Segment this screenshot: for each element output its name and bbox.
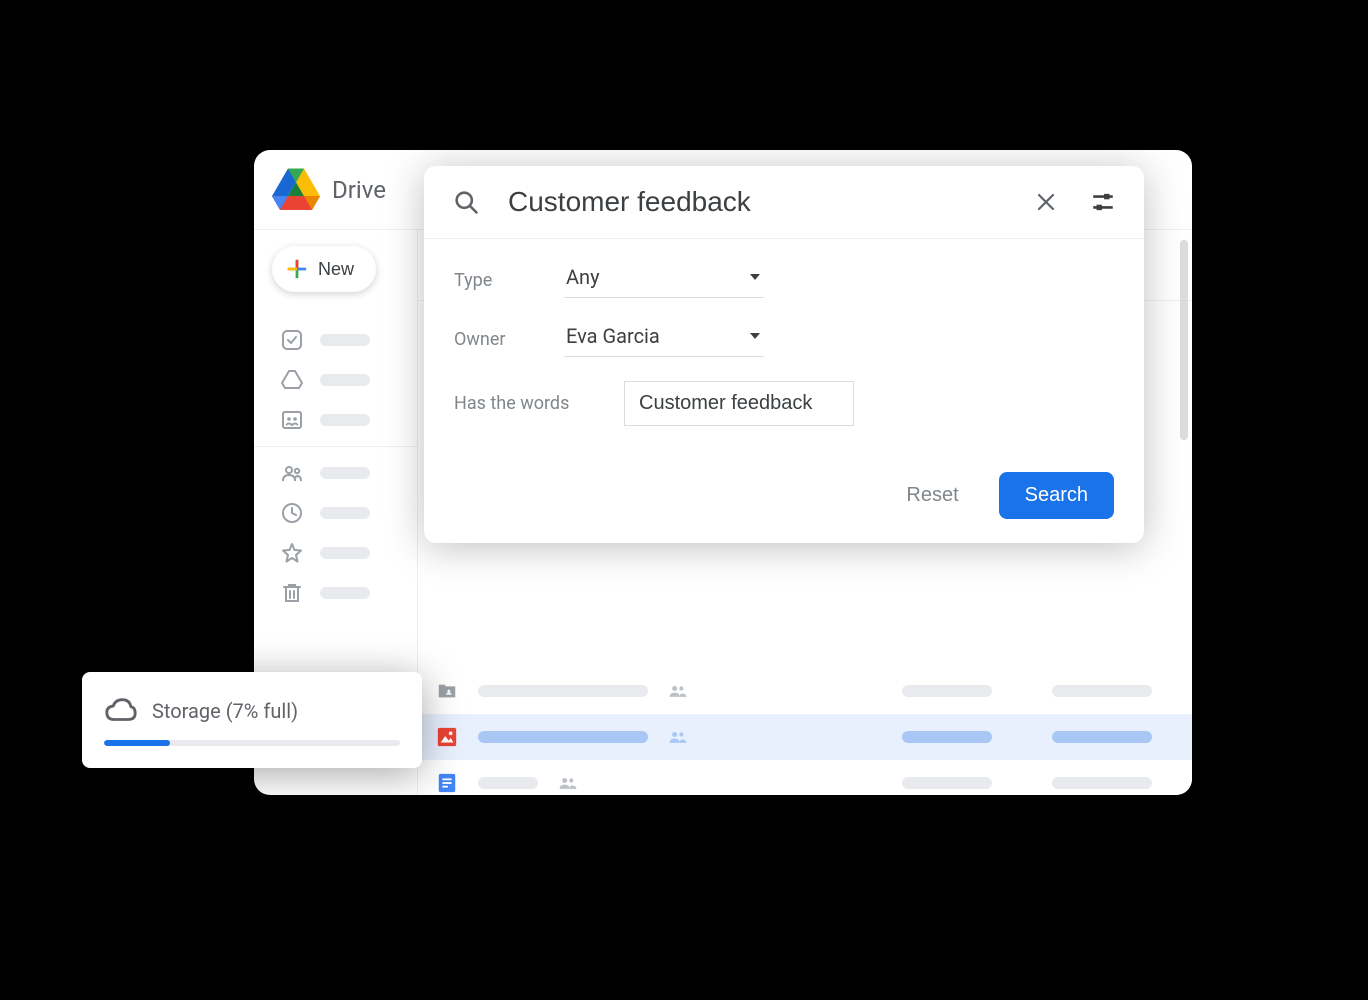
folder-shared-icon [436, 680, 458, 702]
search-panel: Type Any Owner Eva Garcia Has the words … [424, 166, 1144, 543]
nav-placeholder [320, 374, 370, 386]
storage-card[interactable]: Storage (7% full) [82, 672, 422, 768]
docs-file-icon [436, 772, 458, 794]
filter-owner-value: Eva Garcia [566, 324, 660, 348]
filter-owner-label: Owner [454, 329, 564, 350]
file-name-placeholder [478, 731, 648, 743]
search-input[interactable] [508, 186, 1006, 218]
people-icon [558, 776, 578, 790]
date-placeholder [1052, 777, 1152, 789]
sidebar-item-recent[interactable] [254, 493, 417, 533]
filter-haswords-row: Has the words [454, 381, 1114, 426]
new-button-label: New [318, 259, 354, 280]
sidebar-item-starred[interactable] [254, 533, 417, 573]
sidebar-item-shareddrives[interactable] [254, 400, 417, 440]
clear-search-icon[interactable] [1030, 186, 1062, 218]
date-placeholder [1052, 731, 1152, 743]
sidebar-item-priority[interactable] [254, 320, 417, 360]
date-placeholder [1052, 685, 1152, 697]
sidebar-item-shared[interactable] [254, 453, 417, 493]
nav-placeholder [320, 507, 370, 519]
cloud-icon [104, 694, 138, 728]
storage-header: Storage (7% full) [104, 694, 400, 728]
image-file-icon [436, 726, 458, 748]
nav-placeholder [320, 587, 370, 599]
search-panel-actions: Reset Search [424, 458, 1144, 543]
file-row-image[interactable] [418, 714, 1192, 760]
search-button[interactable]: Search [999, 472, 1114, 519]
storage-label: Storage (7% full) [152, 699, 298, 723]
star-icon [280, 541, 304, 565]
owner-placeholder [902, 731, 992, 743]
reset-button[interactable]: Reset [906, 484, 958, 507]
caret-down-icon [750, 333, 760, 339]
app-title: Drive [332, 176, 386, 204]
nav-group-1 [254, 314, 417, 447]
owner-placeholder [902, 777, 992, 789]
owner-placeholder [902, 685, 992, 697]
search-icon[interactable] [448, 184, 484, 220]
clock-icon [280, 501, 304, 525]
sidebar-item-trash[interactable] [254, 573, 417, 613]
scrollbar[interactable] [1180, 240, 1188, 440]
plus-icon [286, 258, 308, 280]
sidebar-item-mydrive[interactable] [254, 360, 417, 400]
people-icon [280, 461, 304, 485]
file-row-doc[interactable] [418, 760, 1192, 795]
filter-type-dropdown[interactable]: Any [564, 263, 764, 298]
drive-logo-icon [272, 166, 320, 214]
file-list [418, 668, 1192, 795]
file-name-placeholder [478, 777, 538, 789]
filter-owner-dropdown[interactable]: Eva Garcia [564, 322, 764, 357]
trash-icon [280, 581, 304, 605]
filter-haswords-input[interactable] [624, 381, 854, 426]
nav-placeholder [320, 547, 370, 559]
filter-owner-row: Owner Eva Garcia [454, 322, 1114, 357]
nav-placeholder [320, 414, 370, 426]
nav-placeholder [320, 334, 370, 346]
filter-type-row: Type Any [454, 263, 1114, 298]
storage-bar [104, 740, 400, 746]
shared-drives-icon [280, 408, 304, 432]
filter-haswords-label: Has the words [454, 393, 624, 414]
search-options-icon[interactable] [1086, 185, 1120, 219]
nav-placeholder [320, 467, 370, 479]
filter-type-value: Any [566, 265, 600, 289]
storage-bar-fill [104, 740, 170, 746]
search-filters: Type Any Owner Eva Garcia Has the words [424, 239, 1144, 458]
nav-group-2 [254, 447, 417, 619]
filter-type-label: Type [454, 270, 564, 291]
new-button[interactable]: New [272, 246, 376, 292]
caret-down-icon [750, 274, 760, 280]
file-row-folder[interactable] [418, 668, 1192, 714]
people-icon [668, 730, 688, 744]
people-icon [668, 684, 688, 698]
search-bar [424, 166, 1144, 239]
drive-icon [280, 368, 304, 392]
check-badge-icon [280, 328, 304, 352]
file-name-placeholder [478, 685, 648, 697]
